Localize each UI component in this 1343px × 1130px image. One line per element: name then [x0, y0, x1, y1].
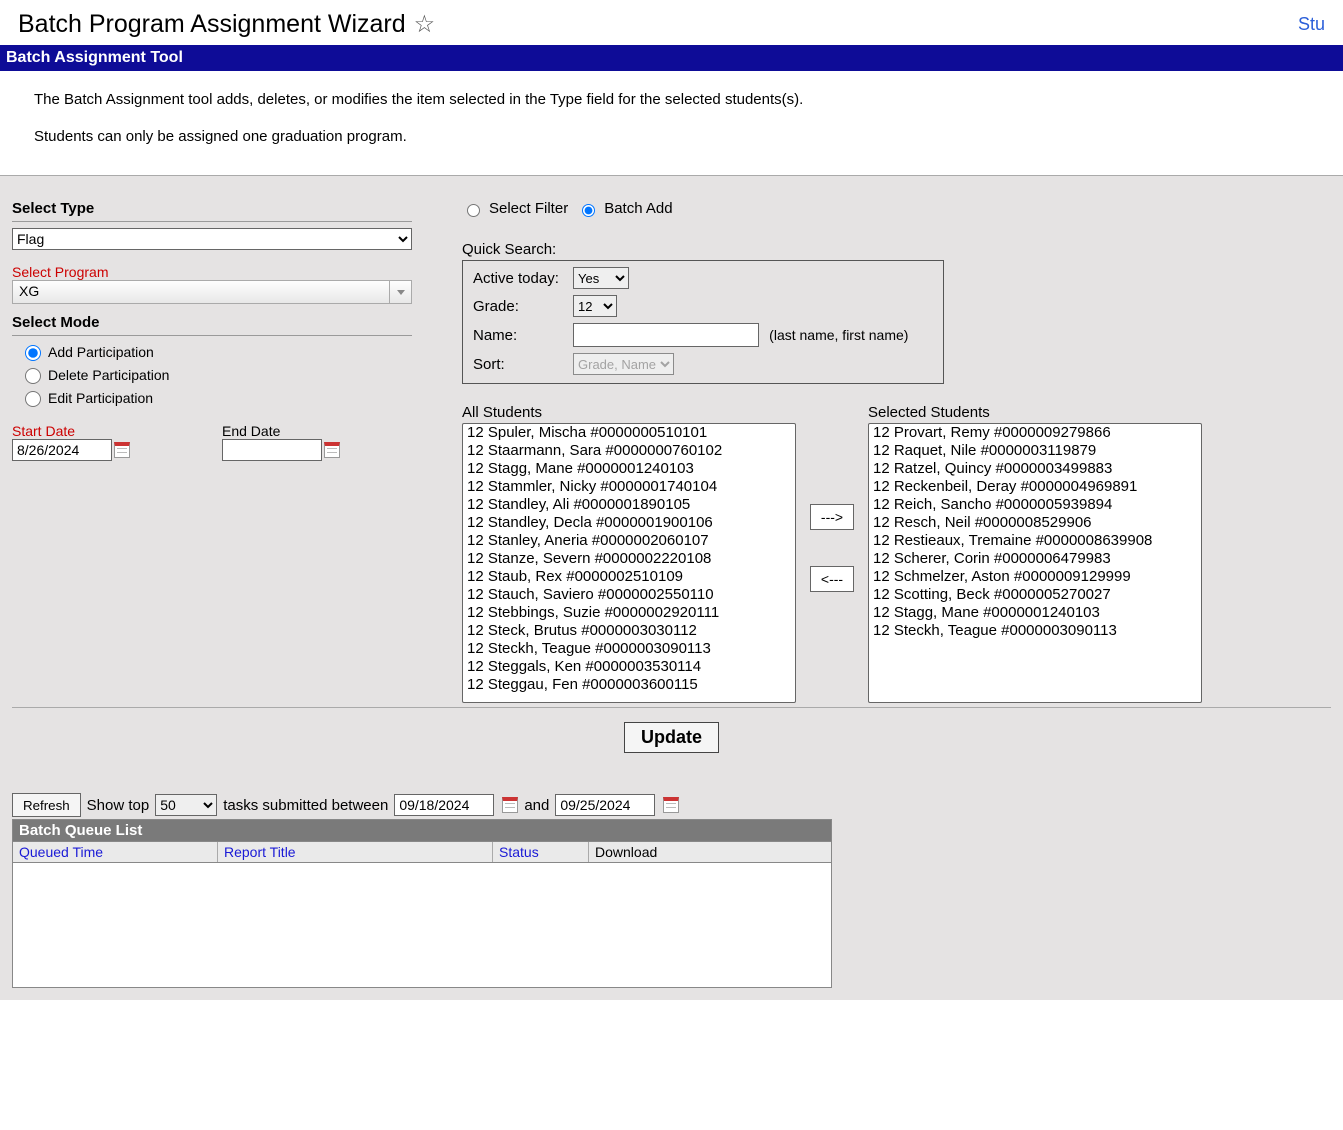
list-item[interactable]: 12 Steckh, Teague #0000003090113 [869, 622, 1201, 640]
list-item[interactable]: 12 Stagg, Mane #0000001240103 [463, 460, 795, 478]
list-item[interactable]: 12 Resch, Neil #0000008529906 [869, 514, 1201, 532]
select-type-dropdown[interactable]: Flag [12, 228, 412, 250]
sort-select: Grade, Name [573, 353, 674, 375]
list-item[interactable]: 12 Stauch, Saviero #0000002550110 [463, 586, 795, 604]
move-left-button[interactable]: <--- [810, 566, 854, 592]
select-program-field[interactable]: XG [12, 280, 390, 304]
calendar-icon[interactable] [114, 442, 130, 458]
list-item[interactable]: 12 Stanze, Severn #0000002220108 [463, 550, 795, 568]
intro-line1: The Batch Assignment tool adds, deletes,… [34, 91, 1309, 108]
list-item[interactable]: 12 Standley, Ali #0000001890105 [463, 496, 795, 514]
report-title-header[interactable]: Report Title [218, 842, 493, 862]
start-date-label: Start Date [12, 423, 172, 439]
name-hint: (last name, first name) [769, 327, 908, 343]
list-item[interactable]: 12 Stebbings, Suzie #0000002920111 [463, 604, 795, 622]
queue-table: Batch Queue List Queued Time Report Titl… [12, 819, 832, 988]
selected-students-label: Selected Students [868, 404, 1202, 421]
queue-body [13, 863, 831, 987]
mode-edit-radio[interactable] [25, 391, 41, 407]
download-header: Download [589, 842, 831, 862]
select-type-label: Select Type [12, 200, 412, 217]
quick-search-title: Quick Search: [462, 241, 1331, 258]
list-item[interactable]: 12 Raquet, Nile #0000003119879 [869, 442, 1201, 460]
list-item[interactable]: 12 Stanley, Aneria #0000002060107 [463, 532, 795, 550]
queue-date-from-input[interactable] [394, 794, 494, 816]
list-item[interactable]: 12 Provart, Remy #0000009279866 [869, 424, 1201, 442]
select-program-dropdown-button[interactable] [390, 280, 412, 304]
move-right-button[interactable]: ---> [810, 504, 854, 530]
batch-add-radio[interactable] [582, 204, 595, 217]
batch-add-label: Batch Add [604, 200, 672, 217]
list-item[interactable]: 12 Reckenbeil, Deray #0000004969891 [869, 478, 1201, 496]
end-date-label: End Date [222, 423, 382, 439]
queue-date-to-input[interactable] [555, 794, 655, 816]
list-item[interactable]: 12 Schmelzer, Aston #0000009129999 [869, 568, 1201, 586]
list-item[interactable]: 12 Spuler, Mischa #0000000510101 [463, 424, 795, 442]
refresh-button[interactable]: Refresh [12, 793, 81, 817]
queue-list-title: Batch Queue List [13, 820, 831, 841]
list-item[interactable]: 12 Stammler, Nicky #0000001740104 [463, 478, 795, 496]
status-header[interactable]: Status [493, 842, 589, 862]
favorite-star-icon[interactable]: ☆ [414, 10, 436, 39]
showtop-select[interactable]: 50 [155, 794, 217, 816]
list-item[interactable]: 12 Steckh, Teague #0000003090113 [463, 640, 795, 658]
mode-delete-radio[interactable] [25, 368, 41, 384]
select-mode-label: Select Mode [12, 314, 412, 331]
end-date-input[interactable] [222, 439, 322, 461]
list-item[interactable]: 12 Staub, Rex #0000002510109 [463, 568, 795, 586]
page-title: Batch Program Assignment Wizard ☆ [18, 10, 435, 39]
chevron-down-icon [397, 290, 405, 295]
queued-time-header[interactable]: Queued Time [13, 842, 218, 862]
update-button[interactable]: Update [624, 722, 719, 753]
list-item[interactable]: 12 Stagg, Mane #0000001240103 [869, 604, 1201, 622]
list-item[interactable]: 12 Reich, Sancho #0000005939894 [869, 496, 1201, 514]
mode-add-label: Add Participation [48, 344, 154, 360]
calendar-icon[interactable] [663, 797, 679, 813]
name-label: Name: [473, 327, 573, 344]
list-item[interactable]: 12 Steggals, Ken #0000003530114 [463, 658, 795, 676]
list-item[interactable]: 12 Ratzel, Quincy #0000003499883 [869, 460, 1201, 478]
quick-search-box: Active today: Yes Grade: 12 Name: [462, 260, 944, 384]
list-item[interactable]: 12 Staarmann, Sara #0000000760102 [463, 442, 795, 460]
active-today-label: Active today: [473, 270, 573, 287]
page-title-text: Batch Program Assignment Wizard [18, 10, 406, 39]
between-text: tasks submitted between [223, 797, 388, 814]
select-filter-label: Select Filter [489, 200, 568, 217]
all-students-list[interactable]: 12 Spuler, Mischa #000000051010112 Staar… [462, 423, 796, 703]
queue-header-row: Queued Time Report Title Status Download [13, 841, 831, 863]
intro-line2: Students can only be assigned one gradua… [34, 128, 1309, 145]
section-bar: Batch Assignment Tool [0, 45, 1343, 71]
mode-delete-label: Delete Participation [48, 367, 169, 383]
list-item[interactable]: 12 Steck, Brutus #0000003030112 [463, 622, 795, 640]
top-right-link[interactable]: Stu [1298, 14, 1325, 35]
active-today-select[interactable]: Yes [573, 267, 629, 289]
select-filter-radio[interactable] [467, 204, 480, 217]
grade-select[interactable]: 12 [573, 295, 617, 317]
sort-label: Sort: [473, 356, 573, 373]
divider [12, 335, 412, 336]
mode-add-radio[interactable] [25, 345, 41, 361]
select-program-label: Select Program [12, 264, 412, 280]
name-input[interactable] [573, 323, 759, 347]
list-item[interactable]: 12 Scotting, Beck #0000005270027 [869, 586, 1201, 604]
start-date-input[interactable] [12, 439, 112, 461]
mode-edit-label: Edit Participation [48, 390, 153, 406]
calendar-icon[interactable] [324, 442, 340, 458]
calendar-icon[interactable] [502, 797, 518, 813]
list-item[interactable]: 12 Restieaux, Tremaine #0000008639908 [869, 532, 1201, 550]
and-text: and [524, 797, 549, 814]
grade-label: Grade: [473, 298, 573, 315]
list-item[interactable]: 12 Scherer, Corin #0000006479983 [869, 550, 1201, 568]
list-item[interactable]: 12 Steggau, Fen #0000003600115 [463, 676, 795, 694]
selected-students-list[interactable]: 12 Provart, Remy #000000927986612 Raquet… [868, 423, 1202, 703]
divider [12, 221, 412, 222]
all-students-label: All Students [462, 404, 796, 421]
showtop-text: Show top [87, 797, 150, 814]
list-item[interactable]: 12 Standley, Decla #0000001900106 [463, 514, 795, 532]
